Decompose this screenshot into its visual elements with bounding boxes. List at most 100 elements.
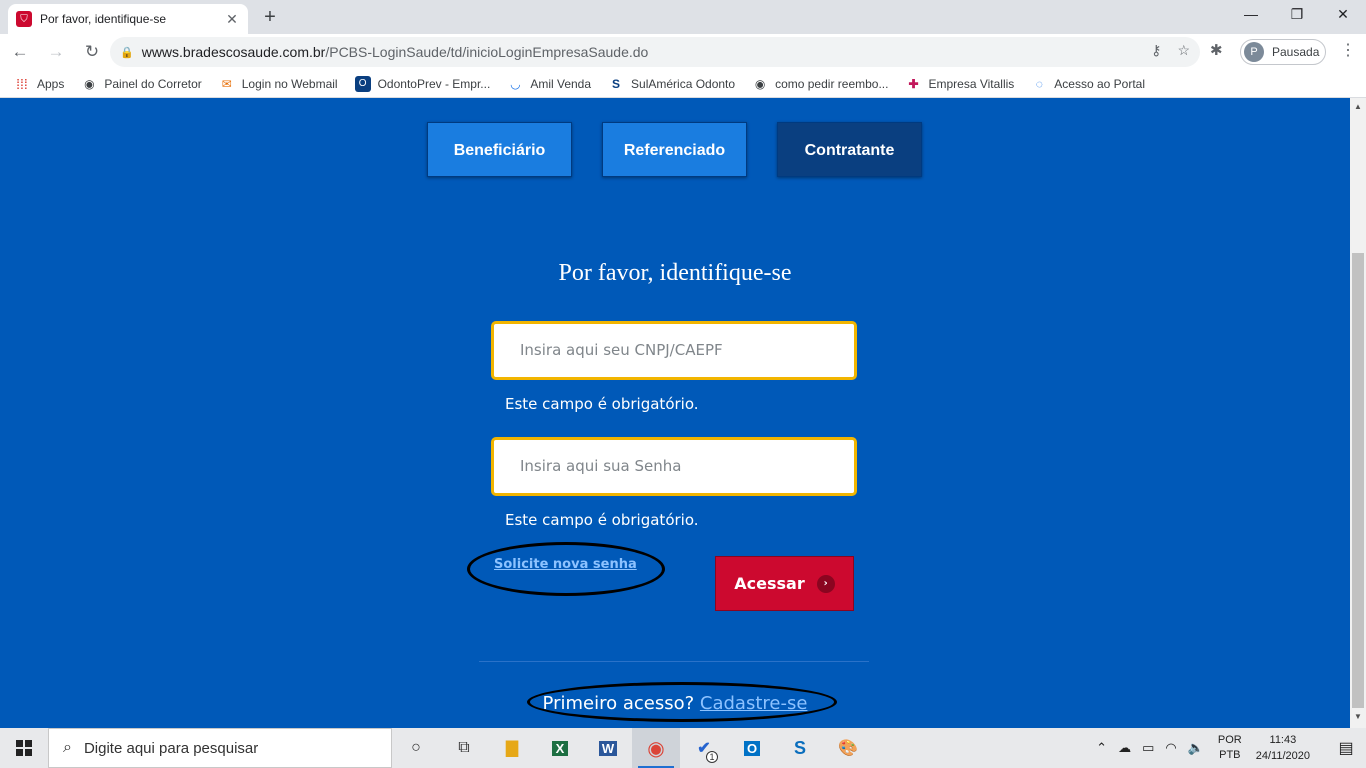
bookmark-amil[interactable]: ◡ Amil Venda xyxy=(507,76,591,92)
clock-time: 11:43 xyxy=(1269,734,1297,746)
scroll-up-arrow-icon[interactable]: ▲ xyxy=(1354,102,1362,111)
wifi-icon[interactable]: ◠ xyxy=(1165,740,1176,756)
key-icon[interactable]: ⚷ xyxy=(1151,42,1161,59)
taskbar-chrome[interactable]: ◉ xyxy=(632,728,680,768)
battery-icon[interactable]: ▭ xyxy=(1142,740,1154,756)
bookmark-star-icon[interactable]: ☆ xyxy=(1177,42,1190,59)
divider xyxy=(479,661,869,662)
notification-center-icon[interactable]: ▤ xyxy=(1326,738,1366,758)
task-view-icon: ⧉ xyxy=(458,739,470,756)
back-button[interactable]: ← xyxy=(4,36,36,68)
bookmark-apps[interactable]: ⁞⁞⁞ Apps xyxy=(14,76,64,92)
cnpj-input[interactable]: Insira aqui seu CNPJ/CAEPF xyxy=(491,321,857,380)
taskbar-excel[interactable]: X xyxy=(536,728,584,768)
clock[interactable]: 11:43 24/11/2020 xyxy=(1256,732,1310,764)
odontoprev-icon: O xyxy=(354,75,371,92)
minimize-button[interactable]: — xyxy=(1228,0,1274,30)
scroll-down-arrow-icon[interactable]: ▼ xyxy=(1354,712,1362,721)
lock-icon: 🔒 xyxy=(120,46,134,59)
sulamerica-icon: S xyxy=(612,76,621,91)
browser-toolbar: ← → ↻ 🔒 wwws.bradescosaude.com.br/PCBS-L… xyxy=(0,34,1366,70)
scroll-thumb[interactable] xyxy=(1352,253,1364,708)
language-indicator[interactable]: POR PTB xyxy=(1218,733,1242,763)
volume-icon[interactable]: 🔈 xyxy=(1188,740,1204,756)
extensions-puzzle-icon[interactable]: ✱ xyxy=(1210,41,1223,59)
language-code: POR xyxy=(1217,734,1242,746)
tab-contratante[interactable]: Contratante xyxy=(777,122,922,177)
url-path: /PCBS-LoginSaude/td/inicioLoginEmpresaSa… xyxy=(325,44,649,60)
reload-button[interactable]: ↻ xyxy=(76,36,108,68)
taskbar-search-box[interactable]: ⌕ Digite aqui para pesquisar xyxy=(48,728,392,768)
new-tab-button[interactable]: + xyxy=(258,6,282,30)
windows-logo-icon xyxy=(16,740,32,756)
amil-icon: ◡ xyxy=(510,76,521,91)
globe-icon: ◉ xyxy=(84,76,95,91)
password-input[interactable]: Insira aqui sua Senha xyxy=(491,437,857,496)
taskbar-file-explorer[interactable]: ▇ xyxy=(488,728,536,768)
windows-taskbar: ⌕ Digite aqui para pesquisar ○ ⧉ ▇ X W ◉… xyxy=(0,728,1366,768)
tab-beneficiario[interactable]: Beneficiário xyxy=(427,122,572,177)
page-title: Por favor, identifique-se xyxy=(558,260,792,286)
browser-tab[interactable]: ⛉ Por favor, identifique-se ✕ xyxy=(8,4,248,34)
submit-button[interactable]: Acessar › xyxy=(715,556,854,611)
excel-icon: X xyxy=(551,740,569,756)
chrome-icon: ◉ xyxy=(647,737,665,760)
system-tray: ⌃ ☁ ▭ ◠ 🔈 POR PTB 11:43 24/11/2020 ▤ xyxy=(1096,728,1366,768)
paint-palette-icon: 🎨 xyxy=(838,740,858,757)
close-window-button[interactable]: ✕ xyxy=(1320,0,1366,30)
url-host: wwws.bradescosaude.com.br xyxy=(141,44,326,60)
bookmark-label: Login no Webmail xyxy=(241,76,338,91)
taskbar-todo[interactable]: ✔ 1 xyxy=(680,728,728,768)
profile-button[interactable]: P Pausada xyxy=(1240,39,1326,65)
bookmark-label: Empresa Vitallis xyxy=(928,76,1015,91)
restore-button[interactable]: ❐ xyxy=(1274,0,1320,30)
word-icon: W xyxy=(598,740,618,756)
cross-icon: ✚ xyxy=(908,76,919,91)
page-scrollbar[interactable]: ▲ ▼ xyxy=(1350,98,1366,728)
register-link[interactable]: Cadastre-se xyxy=(700,693,808,714)
bookmark-webmail[interactable]: ✉ Login no Webmail xyxy=(219,76,338,92)
close-tab-icon[interactable]: ✕ xyxy=(224,11,240,28)
chevron-right-icon: › xyxy=(816,574,835,593)
onedrive-cloud-icon[interactable]: ☁ xyxy=(1118,740,1131,756)
taskbar-word[interactable]: W xyxy=(584,728,632,768)
forward-button[interactable]: → xyxy=(40,36,72,68)
bookmarks-bar: ⁞⁞⁞ Apps ◉ Painel do Corretor ✉ Login no We… xyxy=(0,70,1366,98)
bookmark-reembolso[interactable]: ◉ como pedir reembo... xyxy=(752,76,889,92)
url-text: wwws.bradescosaude.com.br/PCBS-LoginSaud… xyxy=(142,44,649,60)
taskbar-paint[interactable]: 🎨 xyxy=(824,728,872,768)
bookmark-label: Painel do Corretor xyxy=(104,76,202,91)
start-button[interactable] xyxy=(0,728,48,768)
browser-tab-title: Por favor, identifique-se xyxy=(40,12,167,26)
tab-referenciado[interactable]: Referenciado xyxy=(602,122,747,177)
bookmark-vitallis[interactable]: ✚ Empresa Vitallis xyxy=(905,76,1014,92)
first-access-text: Primeiro acesso? xyxy=(542,693,695,714)
bookmark-label: OdontoPrev - Empr... xyxy=(377,76,491,91)
bookmark-odontoprev[interactable]: O OdontoPrev - Empr... xyxy=(354,75,491,92)
cortana-circle-icon: ○ xyxy=(411,739,421,756)
address-bar[interactable]: 🔒 wwws.bradescosaude.com.br/PCBS-LoginSa… xyxy=(110,37,1200,67)
bookmark-acesso-portal[interactable]: ◌ Acesso ao Portal xyxy=(1031,76,1145,92)
browser-tab-bar: ⛉ Por favor, identifique-se ✕ + — ❐ ✕ xyxy=(0,0,1366,34)
cnpj-required-message: Este campo é obrigatório. xyxy=(505,395,699,413)
taskbar-outlook[interactable]: O xyxy=(728,728,776,768)
clock-date: 24/11/2020 xyxy=(1255,750,1310,762)
bookmark-label: como pedir reembo... xyxy=(775,76,889,91)
globe-icon: ◉ xyxy=(754,76,766,91)
search-placeholder: Digite aqui para pesquisar xyxy=(83,739,259,757)
menu-kebab-icon[interactable]: ⋮ xyxy=(1340,40,1356,60)
cortana-button[interactable]: ○ xyxy=(392,728,440,768)
forgot-password-link[interactable]: Solicite nova senha xyxy=(494,557,637,572)
s-logo-icon: S xyxy=(793,737,806,758)
bookmark-sulamerica[interactable]: S SulAmérica Odonto xyxy=(608,76,735,92)
taskbar-app-s[interactable]: S xyxy=(776,728,824,768)
chevron-up-icon[interactable]: ⌃ xyxy=(1096,740,1107,756)
password-required-message: Este campo é obrigatório. xyxy=(505,511,699,529)
task-view-button[interactable]: ⧉ xyxy=(440,728,488,768)
avatar: P xyxy=(1244,42,1264,62)
folder-icon: ▇ xyxy=(505,740,519,757)
todo-badge: 1 xyxy=(706,751,718,763)
apps-grid-icon: ⁞⁞⁞ xyxy=(16,75,28,92)
keyboard-layout: PTB xyxy=(1219,749,1241,761)
bookmark-painel-corretor[interactable]: ◉ Painel do Corretor xyxy=(81,76,202,92)
